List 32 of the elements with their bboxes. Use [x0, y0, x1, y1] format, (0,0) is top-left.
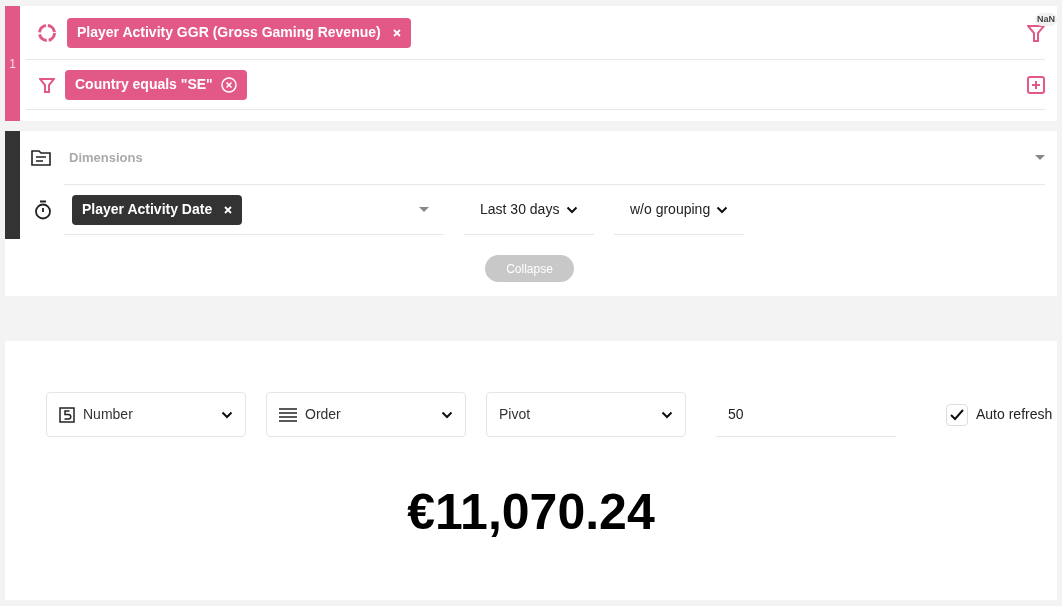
list-icon	[279, 407, 297, 422]
date-range-select[interactable]: Last 30 days	[464, 185, 594, 235]
result-value: €11,070.24	[407, 487, 655, 537]
close-icon[interactable]	[224, 205, 233, 214]
query-index: 1	[9, 55, 16, 73]
ring-icon	[37, 22, 57, 43]
filter-chip[interactable]: Country equals "SE"	[65, 69, 247, 100]
chevron-down-icon	[661, 410, 673, 419]
order-select[interactable]: Order	[266, 392, 466, 437]
filter-icon[interactable]	[1027, 22, 1045, 43]
stopwatch-icon	[34, 200, 52, 220]
filter-icon	[39, 76, 55, 93]
granularity-select[interactable]: w/o grouping	[614, 185, 744, 235]
chevron-down-icon	[441, 410, 453, 419]
limit-field[interactable]: 50	[716, 392, 896, 437]
pivot-select[interactable]: Pivot	[486, 392, 686, 437]
check-icon	[950, 408, 964, 421]
measure-chip[interactable]: Player Activity GGR (Gross Gaming Revenue)	[67, 17, 411, 48]
time-dimension-chip[interactable]: Player Activity Date	[72, 194, 243, 225]
chevron-down-icon	[221, 410, 233, 419]
chevron-down-icon	[716, 205, 728, 214]
add-square-icon[interactable]	[1027, 75, 1045, 94]
number-icon	[59, 406, 75, 423]
checkbox[interactable]	[946, 403, 968, 426]
caret-icon	[419, 207, 429, 212]
close-circle-icon[interactable]	[220, 76, 237, 93]
filter-count-badge: NaN	[1035, 12, 1057, 26]
chart-type-select[interactable]: Number	[46, 392, 246, 437]
caret-icon	[1035, 155, 1045, 160]
auto-refresh-checkbox[interactable]: Auto refresh	[946, 403, 1053, 426]
document-icon	[31, 149, 51, 166]
chevron-down-icon	[566, 205, 578, 214]
